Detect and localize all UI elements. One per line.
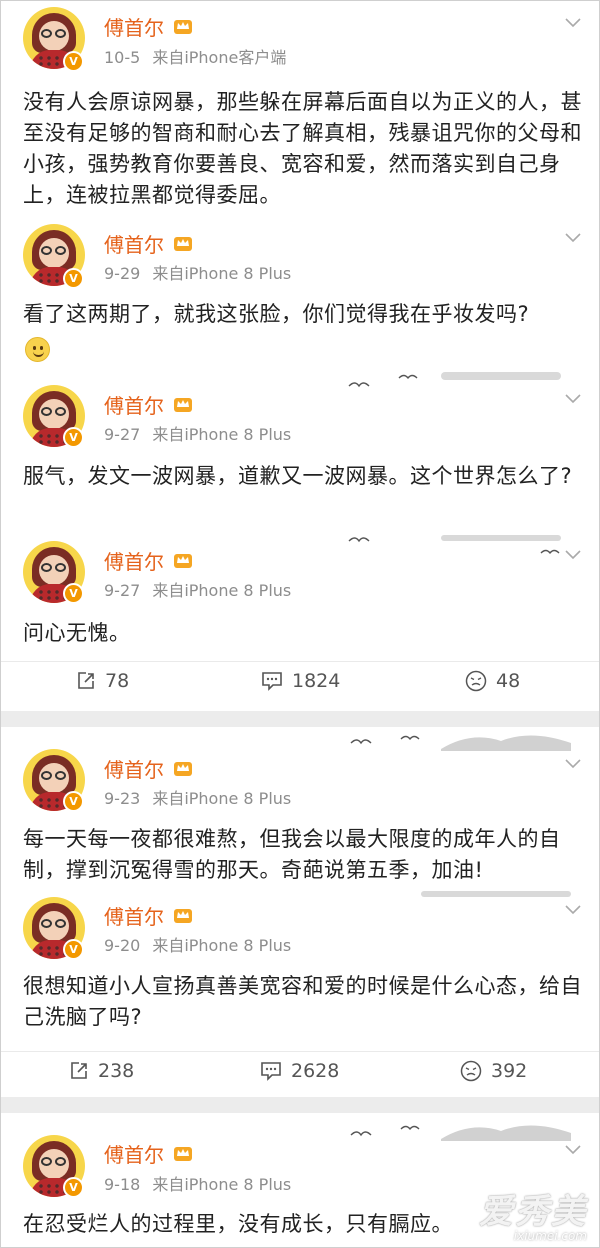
post-6: V 傅首尔 9-20 来自iPhone 8 Plus 很想知道小人宣扬真善美宽容和… — [1, 891, 599, 1047]
repost-count: 78 — [105, 670, 130, 692]
post-source: 来自iPhone 8 Plus — [152, 936, 292, 955]
post-date: 9-20 — [104, 936, 141, 955]
crown-badge-icon — [174, 20, 192, 34]
comment-button[interactable]: 1824 — [261, 670, 340, 692]
repost-count: 238 — [98, 1060, 135, 1082]
post-source: 来自iPhone 8 Plus — [152, 1175, 292, 1194]
comment-count: 2628 — [291, 1060, 340, 1082]
post-5: V 傅首尔 9-23 来自iPhone 8 Plus 每一天每一夜都很难熬，但我会… — [1, 727, 599, 893]
verified-badge-icon: V — [63, 583, 84, 604]
post-meta: 9-20 来自iPhone 8 Plus — [104, 932, 291, 956]
post-text: 问心无愧。 — [23, 621, 131, 645]
post-date: 9-29 — [104, 264, 141, 283]
post-1: V 傅首尔 10-5 来自iPhone客户端 没有人会原谅网暴，那些躲在屏幕后面自… — [1, 1, 599, 216]
post-date: 9-18 — [104, 1175, 141, 1194]
chevron-down-icon[interactable] — [565, 18, 581, 28]
weibo-card-3: V 傅首尔 9-18 来自iPhone 8 Plus 在忍受烂人的过程里，没有成长… — [1, 1113, 599, 1247]
card-divider — [1, 1097, 599, 1113]
watermark-text: 爱秀美 — [479, 1192, 587, 1232]
like-count: 392 — [491, 1060, 528, 1082]
decorative-ink-birds — [348, 535, 561, 555]
post-meta: 10-5 来自iPhone客户端 — [104, 44, 286, 68]
chevron-down-icon[interactable] — [565, 394, 581, 404]
post-meta: 9-29 来自iPhone 8 Plus — [104, 260, 291, 284]
post-source: 来自iPhone客户端 — [152, 48, 287, 67]
angry-reaction-icon — [465, 670, 487, 692]
post-text: 每一天每一夜都很难熬，但我会以最大限度的成年人的自制，撑到沉冤得雪的那天。奇葩说… — [23, 827, 561, 882]
author-name[interactable]: 傅首尔 — [104, 1139, 164, 1168]
chevron-down-icon[interactable] — [565, 905, 581, 915]
verified-badge-icon: V — [63, 427, 84, 448]
author-name[interactable]: 傅首尔 — [104, 901, 164, 930]
verified-badge-icon: V — [63, 1177, 84, 1198]
card-divider — [1, 711, 599, 727]
comment-icon — [262, 672, 282, 691]
verified-badge-icon: V — [63, 939, 84, 960]
like-button[interactable]: 392 — [460, 1060, 527, 1082]
verified-badge-icon: V — [63, 268, 84, 289]
like-count: 48 — [496, 670, 521, 692]
repost-icon — [71, 1062, 87, 1079]
post-source: 来自iPhone 8 Plus — [152, 264, 292, 283]
crown-badge-icon — [174, 762, 192, 776]
post-2: V 傅首尔 9-29 来自iPhone 8 Plus 看了这两期了，就我这张脸，你… — [1, 216, 599, 376]
author-name[interactable]: 傅首尔 — [104, 12, 164, 41]
weibo-feed: V 傅首尔 10-5 来自iPhone客户端 没有人会原谅网暴，那些躲在屏幕后面自… — [0, 0, 600, 1248]
post-text: 看了这两期了，就我这张脸，你们觉得我在乎妆发吗? — [23, 302, 530, 326]
chevron-down-icon[interactable] — [565, 233, 581, 243]
post-text: 服气，发文一波网暴，道歉又一波网暴。这个世界怎么了? — [23, 464, 573, 488]
chevron-down-icon[interactable] — [565, 550, 581, 560]
site-watermark: 爱秀美 ixiumei.com — [479, 1184, 587, 1243]
repost-icon — [78, 672, 94, 689]
angry-reaction-icon — [460, 1060, 482, 1082]
comment-button[interactable]: 2628 — [260, 1060, 339, 1082]
post-source: 来自iPhone 8 Plus — [152, 581, 292, 600]
chevron-down-icon[interactable] — [565, 1145, 581, 1155]
post-source: 来自iPhone 8 Plus — [152, 425, 292, 444]
action-bar: 238 2628 392 — [1, 1051, 599, 1091]
post-meta: 9-23 来自iPhone 8 Plus — [104, 785, 291, 809]
chevron-down-icon[interactable] — [565, 759, 581, 769]
weibo-card-2: V 傅首尔 9-23 来自iPhone 8 Plus 每一天每一夜都很难熬，但我会… — [1, 727, 599, 1097]
crown-badge-icon — [174, 1147, 192, 1161]
repost-button[interactable]: 78 — [76, 670, 129, 692]
post-meta: 9-27 来自iPhone 8 Plus — [104, 421, 291, 445]
smile-emoji-icon — [25, 337, 50, 362]
post-text: 没有人会原谅网暴，那些躲在屏幕后面自以为正义的人，甚至没有足够的智商和耐心去了解… — [23, 90, 582, 207]
author-name[interactable]: 傅首尔 — [104, 754, 164, 783]
post-date: 9-27 — [104, 425, 141, 444]
weibo-card-1: V 傅首尔 10-5 来自iPhone客户端 没有人会原谅网暴，那些躲在屏幕后面自… — [1, 1, 599, 711]
author-name[interactable]: 傅首尔 — [104, 546, 164, 575]
post-meta: 9-18 来自iPhone 8 Plus — [104, 1171, 291, 1195]
comment-count: 1824 — [292, 670, 341, 692]
like-button[interactable]: 48 — [465, 670, 520, 692]
post-date: 10-5 — [104, 48, 141, 67]
author-name[interactable]: 傅首尔 — [104, 229, 164, 258]
crown-badge-icon — [174, 554, 192, 568]
post-text: 很想知道小人宣扬真善美宽容和爱的时候是什么心态，给自己洗脑了吗? — [23, 974, 582, 1029]
post-4: V 傅首尔 9-27 来自iPhone 8 Plus 问心无愧。 — [1, 531, 599, 661]
post-meta: 9-27 来自iPhone 8 Plus — [104, 577, 291, 601]
verified-badge-icon: V — [63, 51, 84, 72]
post-date: 9-23 — [104, 789, 141, 808]
crown-badge-icon — [174, 909, 192, 923]
crown-badge-icon — [174, 398, 192, 412]
author-name[interactable]: 傅首尔 — [104, 390, 164, 419]
comment-icon — [261, 1062, 281, 1081]
post-date: 9-27 — [104, 581, 141, 600]
post-source: 来自iPhone 8 Plus — [152, 789, 292, 808]
post-3: V 傅首尔 9-27 来自iPhone 8 Plus 服气，发文一波网暴，道歉又一… — [1, 372, 599, 531]
crown-badge-icon — [174, 237, 192, 251]
action-bar: 78 1824 48 — [1, 661, 599, 701]
repost-button[interactable]: 238 — [69, 1060, 134, 1082]
decorative-ink-birds — [421, 891, 571, 897]
verified-badge-icon: V — [63, 791, 84, 812]
decorative-ink-birds — [348, 372, 561, 388]
